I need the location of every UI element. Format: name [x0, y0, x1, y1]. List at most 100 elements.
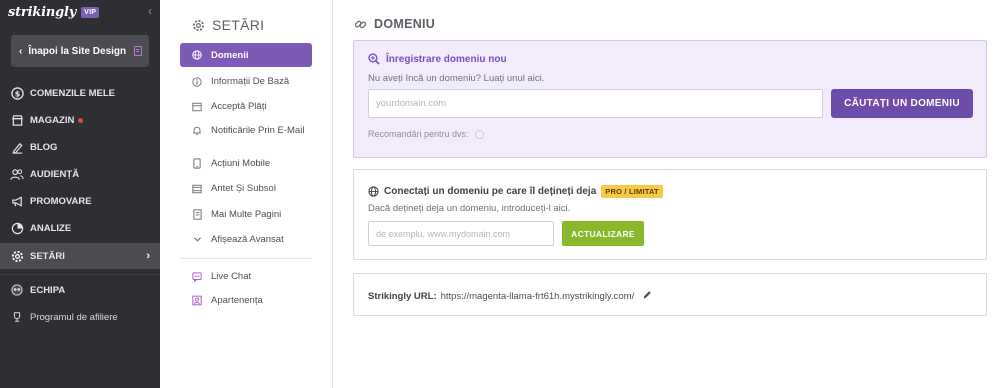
- recommendations-label: Recomandări pentru dvs:: [368, 129, 469, 139]
- member-icon: [192, 295, 202, 306]
- link-icon: [354, 20, 367, 28]
- notification-dot: [78, 117, 84, 123]
- settings-item-basic-info[interactable]: Informații De Bază: [180, 70, 312, 93]
- page-title: DOMENIU: [354, 17, 435, 31]
- pen-icon: [10, 140, 24, 154]
- svg-text:$: $: [14, 89, 19, 98]
- chat-icon: [192, 271, 202, 282]
- nav-divider: [0, 274, 160, 275]
- trophy-icon: [10, 310, 24, 324]
- nav-label: SETĂRI: [30, 250, 65, 262]
- register-heading: Înregistrare domeniu nou: [368, 53, 507, 65]
- chevron-down-icon: [192, 234, 202, 245]
- domain-search-input[interactable]: [368, 89, 823, 118]
- page-title-label: DOMENIU: [374, 17, 436, 31]
- settings-item-live-chat[interactable]: Live Chat: [180, 265, 312, 288]
- settings-item-header-footer[interactable]: Antet Și Subsol: [180, 177, 312, 200]
- search-domain-button[interactable]: CĂUTAȚI UN DOMENIU: [831, 89, 973, 118]
- url-label: Strikingly URL:: [368, 291, 437, 302]
- settings-item-more-pages[interactable]: Mai Multe Pagini: [180, 203, 312, 226]
- chevron-left-icon: ‹: [19, 45, 23, 57]
- megaphone-icon: [10, 194, 24, 208]
- nav-item-blog[interactable]: BLOG: [0, 134, 160, 160]
- back-to-site-design-button[interactable]: ‹ Înapoi la Site Design: [11, 35, 149, 67]
- settings-title-label: SETĂRI: [212, 17, 265, 33]
- nav-label: ANALIZE: [30, 222, 72, 234]
- connect-heading: Conectați un domeniu pe care îl dețineți…: [368, 185, 663, 198]
- settings-item-label: Acțiuni Mobile: [211, 158, 271, 169]
- gear-icon: [192, 19, 205, 31]
- connect-domain-card: Conectați un domeniu pe care îl dețineți…: [353, 169, 987, 260]
- main-sidebar: strikingly VIP ‹ ‹ Înapoi la Site Design…: [0, 0, 160, 388]
- settings-menu-title: SETĂRI: [180, 17, 264, 33]
- chart-icon: [10, 221, 24, 235]
- strikingly-url-row: Strikingly URL: https://magenta-llama-fr…: [368, 290, 652, 303]
- settings-item-label: Notificările Prin E-Mail: [211, 125, 305, 136]
- nav-item-audience[interactable]: AUDIENȚĂ: [0, 161, 160, 187]
- chevron-right-icon: ›: [146, 250, 150, 262]
- globe-icon: [192, 50, 202, 61]
- settings-item-mobile-actions[interactable]: Acțiuni Mobile: [180, 152, 312, 175]
- nav-item-team[interactable]: ECHIPA: [0, 277, 160, 303]
- vip-badge: VIP: [81, 6, 100, 18]
- mobile-icon: [192, 158, 202, 169]
- nav-item-affiliate[interactable]: Programul de afiliere: [0, 304, 160, 330]
- settings-item-email-notifications[interactable]: Notificările Prin E-Mail: [180, 119, 312, 142]
- store-icon: [10, 113, 24, 127]
- nav-item-settings[interactable]: SETĂRI ›: [0, 243, 160, 269]
- nav-label: ECHIPA: [30, 284, 66, 296]
- settings-menu-divider: [180, 258, 312, 259]
- nav-label: AUDIENȚĂ: [30, 168, 80, 180]
- settings-item-label: Live Chat: [211, 271, 252, 282]
- nav-item-analytics[interactable]: ANALIZE: [0, 215, 160, 241]
- strikingly-logo: strikingly: [8, 4, 77, 20]
- info-icon: [192, 76, 202, 87]
- register-heading-label: Înregistrare domeniu nou: [386, 53, 507, 65]
- settings-item-membership[interactable]: Apartenența: [180, 289, 312, 312]
- settings-menu: SETĂRI Domenii Informații De Bază Accept…: [180, 0, 320, 388]
- recommendations: Recomandări pentru dvs:: [368, 129, 484, 139]
- connect-heading-label: Conectați un domeniu pe care îl dețineți…: [384, 186, 597, 197]
- nav-label: COMENZILE MELE: [30, 87, 115, 99]
- connect-subtitle: Dacă dețineți deja un domeniu, introduce…: [368, 203, 571, 214]
- settings-item-show-advanced[interactable]: Afișează Avansat: [180, 228, 312, 251]
- collapse-sidebar-icon[interactable]: ‹: [148, 4, 152, 18]
- brand[interactable]: strikingly VIP: [8, 4, 100, 20]
- pro-limited-badge: PRO / LIMITAT: [601, 185, 663, 198]
- header-icon: [192, 183, 202, 194]
- update-domain-button[interactable]: ACTUALIZARE: [562, 221, 644, 246]
- settings-item-payments[interactable]: Acceptă Plăți: [180, 95, 312, 118]
- back-button-label: Înapoi la Site Design: [28, 45, 127, 57]
- team-icon: [10, 283, 24, 297]
- register-domain-card: Înregistrare domeniu nou Nu aveți încă u…: [353, 40, 987, 158]
- nav-label: Programul de afiliere: [30, 311, 118, 323]
- panel-divider: [332, 0, 333, 388]
- settings-item-label: Antet Și Subsol: [211, 183, 276, 194]
- url-value: https://magenta-llama-frt61h.mystrikingl…: [440, 291, 635, 302]
- page-icon: [134, 46, 143, 56]
- settings-item-label: Domenii: [211, 49, 249, 61]
- nav-item-promotion[interactable]: PROMOVARE: [0, 188, 160, 214]
- pages-icon: [192, 209, 202, 220]
- strikingly-url-card: Strikingly URL: https://magenta-llama-fr…: [353, 273, 987, 316]
- settings-item-domains[interactable]: Domenii: [180, 43, 312, 67]
- spinner-icon: [474, 129, 484, 139]
- settings-item-label: Informații De Bază: [211, 76, 290, 87]
- settings-item-label: Afișează Avansat: [211, 234, 284, 245]
- globe-icon: [368, 186, 379, 197]
- settings-item-label: Mai Multe Pagini: [211, 209, 282, 220]
- app: strikingly VIP ‹ ‹ Înapoi la Site Design…: [0, 0, 999, 388]
- people-icon: [10, 167, 24, 181]
- pencil-icon[interactable]: [642, 290, 652, 303]
- bell-icon: [192, 125, 202, 136]
- register-subtitle: Nu aveți încă un domeniu? Luați unul aic…: [368, 73, 545, 84]
- payment-icon: [192, 101, 202, 112]
- custom-domain-input[interactable]: [368, 221, 554, 246]
- nav-label: PROMOVARE: [30, 195, 92, 207]
- search-plus-icon: [368, 53, 380, 65]
- gear-icon: [10, 249, 24, 263]
- settings-item-label: Apartenența: [211, 295, 263, 306]
- nav-item-store[interactable]: MAGAZIN: [0, 107, 160, 133]
- nav-label: BLOG: [30, 141, 58, 153]
- nav-item-orders[interactable]: $ COMENZILE MELE: [0, 80, 160, 106]
